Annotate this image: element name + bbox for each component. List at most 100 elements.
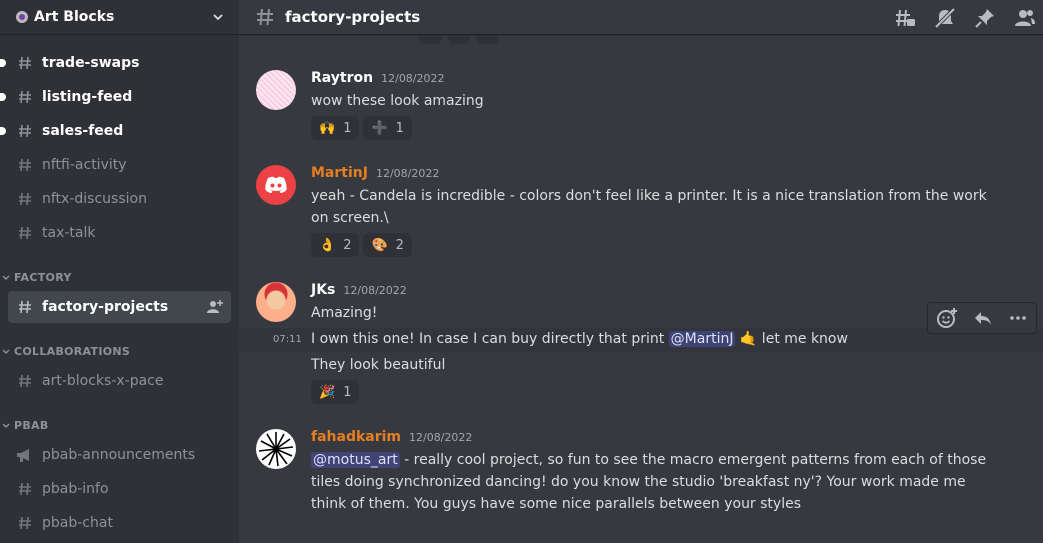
server-name: Art Blocks — [34, 9, 115, 25]
category-label: FACTORY — [14, 271, 72, 284]
avatar[interactable] — [256, 165, 296, 205]
channel-label: pbab-chat — [42, 515, 113, 531]
text-segment: let me know — [757, 331, 848, 347]
mute-icon[interactable] — [933, 6, 957, 30]
author-name[interactable]: Raytron — [311, 70, 373, 86]
pin-icon[interactable] — [973, 6, 997, 30]
channel-pbab-chat[interactable]: pbab-chat — [8, 507, 231, 539]
author-line: JKs 12/08/2022 — [311, 282, 407, 298]
author-line: MartinJ 12/08/2022 — [311, 165, 439, 181]
reaction-count: 1 — [395, 120, 404, 136]
hash-icon — [16, 191, 34, 207]
header-toolbar — [893, 6, 1037, 30]
hash-icon — [16, 481, 34, 497]
message-text: @motus_art - really cool project, so fun… — [311, 449, 991, 515]
user-mention[interactable]: @MartinJ — [668, 331, 736, 347]
channel-header: factory-projects — [239, 0, 1043, 35]
server-logo-icon — [16, 11, 28, 23]
avatar[interactable] — [256, 429, 296, 469]
channel-tax-talk[interactable]: tax-talk — [8, 217, 231, 249]
hash-icon — [16, 157, 34, 173]
chevron-down-icon[interactable] — [213, 12, 223, 22]
reaction-bar: 🙌 1 ➕ 1 — [311, 116, 412, 140]
reaction-raised-hands[interactable]: 🙌 1 — [311, 116, 360, 140]
channel-listing-feed[interactable]: listing-feed — [0, 81, 231, 113]
megaphone-icon — [16, 447, 34, 463]
channel-label: nftx-discussion — [42, 191, 147, 207]
reaction-count: 2 — [395, 237, 404, 253]
message-text: Amazing! — [311, 305, 378, 321]
text-segment: - really cool project, so fun to see the… — [311, 452, 987, 512]
message-text: yeah - Candela is incredible - colors do… — [311, 188, 987, 226]
channel-label: listing-feed — [42, 89, 133, 105]
avatar-burst-image — [258, 432, 294, 467]
channel-label: tax-talk — [42, 225, 96, 241]
chevron-down-icon — [2, 349, 10, 354]
more-options-icon[interactable] — [1008, 308, 1028, 328]
avatar[interactable] — [256, 70, 296, 110]
category-factory[interactable]: FACTORY — [2, 271, 72, 284]
reaction-count: 1 — [343, 120, 352, 136]
emoji: 🎉 — [319, 384, 336, 400]
message-text: wow these look amazing — [311, 93, 484, 109]
channel-label: nftfi-activity — [42, 157, 127, 173]
hash-icon — [16, 89, 34, 105]
message-text: They look beautiful — [311, 357, 446, 373]
channel-sidebar: Art Blocks trade-swaps listing-feed sale… — [0, 0, 239, 543]
server-header[interactable]: Art Blocks — [0, 0, 239, 35]
channel-factory-projects[interactable]: factory-projects — [8, 291, 231, 323]
channel-pbab-info[interactable]: pbab-info — [8, 473, 231, 505]
discord-logo-icon — [265, 176, 287, 193]
hash-icon — [16, 299, 34, 315]
reaction-ok-hand[interactable]: 👌 2 — [311, 233, 360, 257]
invite-user-icon[interactable] — [207, 299, 223, 315]
message-list[interactable]: Raytron 12/08/2022 wow these look amazin… — [239, 36, 1043, 543]
avatar[interactable] — [256, 282, 296, 322]
channel-pbab-announcements[interactable]: pbab-announcements — [8, 439, 231, 471]
channel-label: factory-projects — [42, 299, 169, 315]
message-text: I own this one! In case I can buy direct… — [311, 328, 991, 350]
reaction-count: 1 — [343, 384, 352, 400]
channel-nftfi-activity[interactable]: nftfi-activity — [8, 149, 231, 181]
emoji: 🙌 — [319, 120, 336, 136]
channel-art-blocks-x-pace[interactable]: art-blocks-x-pace — [8, 365, 231, 397]
channel-nftx-discussion[interactable]: nftx-discussion — [8, 183, 231, 215]
category-label: PBAB — [14, 419, 49, 432]
author-name[interactable]: fahadkarim — [311, 429, 401, 445]
author-name[interactable]: MartinJ — [311, 165, 368, 181]
reaction-artist[interactable]: 🎨 2 — [363, 233, 412, 257]
reply-icon[interactable] — [973, 308, 993, 328]
category-collaborations[interactable]: COLLABORATIONS — [2, 345, 130, 358]
add-reaction-icon[interactable] — [936, 307, 958, 329]
author-name[interactable]: JKs — [311, 282, 335, 298]
hash-icon — [16, 123, 34, 139]
timestamp: 12/08/2022 — [343, 284, 407, 297]
category-pbab[interactable]: PBAB — [2, 419, 49, 432]
hash-icon — [257, 8, 273, 26]
channel-label: pbab-announcements — [42, 447, 196, 463]
emoji: 🤙 — [739, 331, 758, 347]
timestamp: 12/08/2022 — [375, 167, 440, 180]
author-line: Raytron 12/08/2022 — [311, 70, 445, 86]
channel-sales-feed[interactable]: sales-feed — [0, 115, 231, 147]
channel-label: sales-feed — [42, 123, 124, 139]
timestamp: 12/08/2022 — [409, 431, 473, 444]
timestamp: 12/08/2022 — [381, 72, 445, 85]
user-mention[interactable]: @motus_art — [311, 452, 400, 468]
reaction-bar: 👌 2 🎨 2 — [311, 233, 412, 257]
previous-reactions-peek — [419, 36, 500, 44]
emoji: 👌 — [319, 237, 336, 253]
author-line: fahadkarim 12/08/2022 — [311, 429, 472, 445]
message-actions-toolbar — [927, 302, 1037, 334]
reaction-count: 2 — [343, 237, 352, 253]
channel-trade-swaps[interactable]: trade-swaps — [0, 47, 231, 79]
threads-icon[interactable] — [893, 6, 917, 30]
channel-label: pbab-info — [42, 481, 109, 497]
emoji: 🎨 — [371, 237, 388, 253]
reaction-party[interactable]: 🎉 1 — [311, 380, 360, 404]
hash-icon — [16, 515, 34, 531]
emoji: ➕ — [371, 120, 388, 136]
text-segment: I own this one! In case I can buy direct… — [311, 331, 669, 347]
reaction-plus[interactable]: ➕ 1 — [363, 116, 412, 140]
members-icon[interactable] — [1013, 6, 1037, 30]
